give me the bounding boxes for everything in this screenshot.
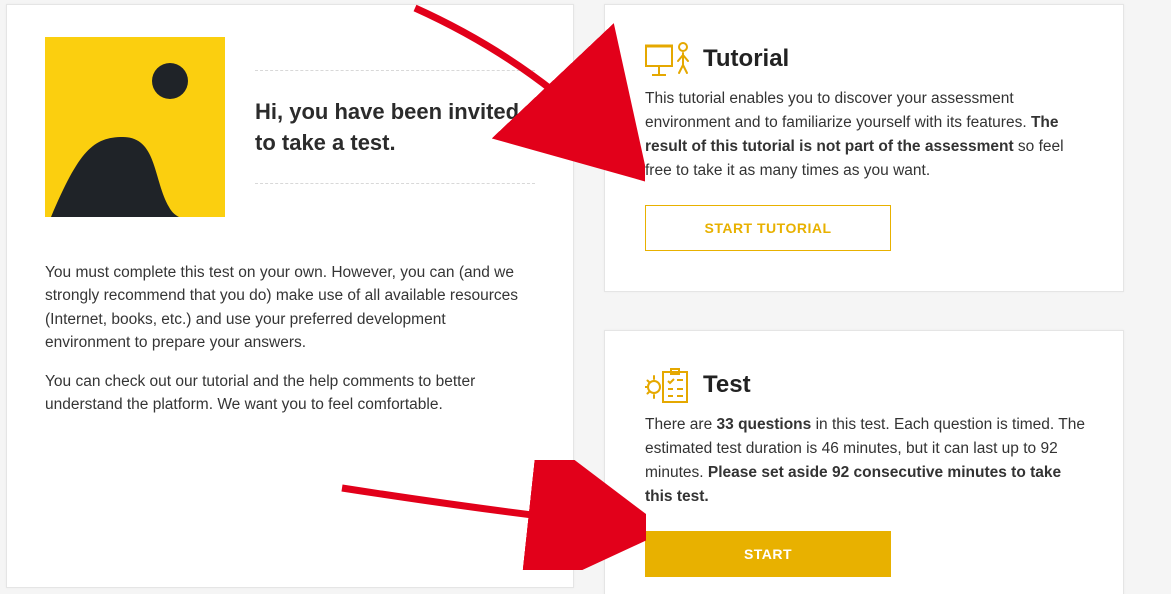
tutorial-heading: Tutorial [703, 45, 789, 73]
tutorial-description: This tutorial enables you to discover yo… [645, 87, 1085, 183]
tutorial-card: Tutorial This tutorial enables you to di… [604, 4, 1124, 292]
invite-card: Hi, you have been invited to take a test… [6, 4, 574, 588]
presentation-icon [645, 41, 689, 77]
test-description: There are 33 questions in this test. Eac… [645, 413, 1085, 509]
start-test-button[interactable]: START [645, 531, 891, 577]
invite-paragraph-1: You must complete this test on your own.… [45, 261, 535, 354]
test-card: Test There are 33 questions in this test… [604, 330, 1124, 594]
invite-paragraph-2: You can check out our tutorial and the h… [45, 370, 535, 417]
start-tutorial-button[interactable]: START TUTORIAL [645, 205, 891, 251]
company-logo-icon [45, 37, 225, 217]
invite-title: Hi, you have been invited to take a test… [255, 71, 535, 183]
test-heading: Test [703, 371, 751, 399]
checklist-icon [645, 367, 689, 403]
